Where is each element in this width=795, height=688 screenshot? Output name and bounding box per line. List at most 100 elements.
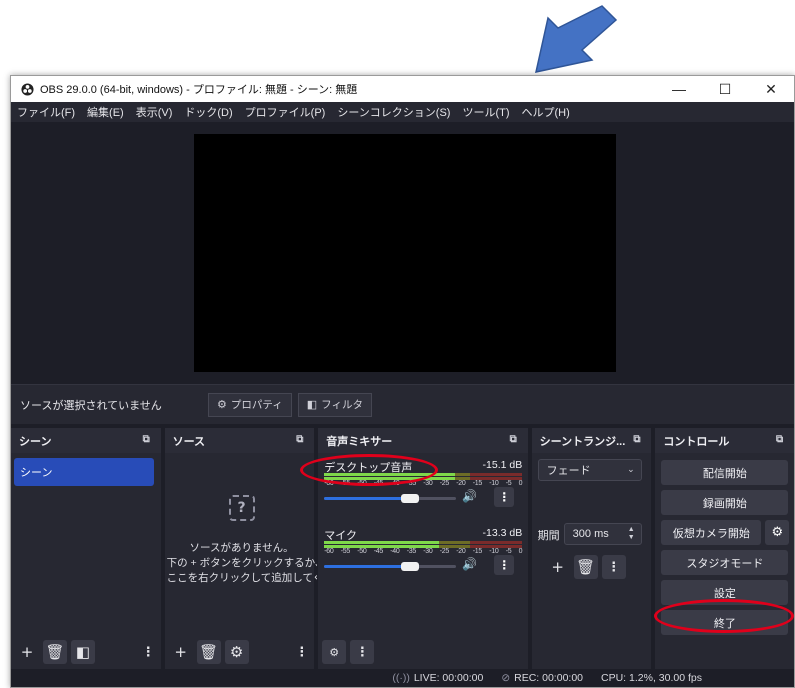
start-recording-button[interactable]: 録画開始 [661,490,789,515]
highlight-desktop-audio [300,454,438,486]
speaker-icon[interactable]: 🔊 [462,557,477,571]
studio-mode-button[interactable]: スタジオモード [661,550,789,575]
volume-slider-thumb[interactable] [401,562,420,571]
tick-label: -60 [324,548,334,555]
scenes-list: シーン + 🗑 ◧ ⋮ [11,453,161,670]
remove-transition-button[interactable]: 🗑 [573,555,598,579]
channel-db: -15.1 dB [482,459,523,471]
tick-label: -30 [423,548,433,555]
tick-label: -50 [357,548,367,555]
start-virtual-camera-button[interactable]: 仮想カメラ開始 [661,520,762,545]
live-time: LIVE: 00:00:00 [413,672,484,684]
menu-view[interactable]: 表示(V) [136,104,173,120]
advanced-audio-button[interactable]: ⚙ [322,640,347,664]
start-streaming-button[interactable]: 配信開始 [661,460,789,485]
filters-label: フィルタ [321,399,363,411]
trash-icon: 🗑 [199,643,219,661]
tick-label: -20 [456,480,466,487]
mixer-menu-button[interactable]: ⋮ [350,640,375,664]
rec-time: REC: 00:00:00 [514,672,584,684]
duration-label: 期間 [537,530,560,542]
filters-button[interactable]: ◧ フィルタ [297,392,372,417]
start-streaming-label: 配信開始 [702,467,747,480]
volume-slider[interactable] [324,562,457,571]
sources-list[interactable]: ? ソースがありません。 下の + ボタンをクリックするか、 ここを右クリックし… [164,453,317,670]
menu-docks[interactable]: ドック(D) [184,104,232,120]
undock-icon[interactable]: ⧉ [633,434,645,446]
window-controls: — ☐ ✕ [656,76,794,102]
channel-menu-button[interactable]: ⋮ [494,555,515,575]
channel-menu-button[interactable]: ⋮ [494,487,515,507]
title-bar: OBS 29.0.0 (64-bit, windows) - プロファイル: 無… [11,76,794,102]
minimize-button[interactable]: — [656,76,702,102]
menu-file[interactable]: ファイル(F) [17,104,75,120]
channel-db: -13.3 dB [482,527,523,539]
preview-canvas[interactable] [194,134,616,372]
menu-scene-collection[interactable]: シーンコレクション(S) [337,104,450,120]
preview-area [11,122,794,384]
tick-label: 0 [518,548,523,555]
plus-icon: + [20,643,34,661]
add-scene-button[interactable]: + [15,640,39,664]
mixer-channel-mic: マイク -13.3 dB -60 -55 -50 -45 -40 -35 -30 -25 -20… [324,527,522,587]
controls-dock: コントロール ⧉ 配信開始 録画開始 仮想カメラ開始 ⚙ スタジオモード 設定 … [655,428,794,670]
more-options-icon: ⋮ [355,644,369,660]
tick-label: 0 [518,480,523,487]
more-options-icon[interactable]: ⋮ [295,645,308,660]
gear-icon: ⚙ [217,399,227,411]
menu-bar: ファイル(F) 編集(E) 表示(V) ドック(D) プロファイル(P) シーン… [11,102,794,122]
add-source-button[interactable]: + [169,640,193,664]
properties-label: プロパティ [230,399,283,411]
menu-help[interactable]: ヘルプ(H) [522,104,570,120]
undock-icon[interactable]: ⧉ [776,434,788,446]
menu-tools[interactable]: ツール(T) [462,104,509,120]
spin-arrows-icon[interactable]: ▲ ▼ [628,526,635,542]
live-signal-icon: ((·)) [392,672,410,684]
transition-buttons: + 🗑 ⋮ [546,555,630,579]
controls-dock-header: コントロール ⧉ [655,428,794,453]
chevron-down-icon: ⌄ [627,464,635,474]
close-button[interactable]: ✕ [748,76,794,102]
empty-sources-text: ソースがありません。 下の + ボタンをクリックするか、 ここを右クリックして追… [167,541,317,586]
virtual-camera-settings-button[interactable]: ⚙ [765,520,790,545]
undock-icon[interactable]: ⧉ [143,434,155,446]
volume-slider-thumb[interactable] [401,494,420,503]
menu-edit[interactable]: 編集(E) [87,104,124,120]
filter-icon: ◧ [306,399,318,411]
transition-menu-button[interactable]: ⋮ [601,555,626,579]
maximize-button[interactable]: ☐ [702,76,748,102]
obs-window: OBS 29.0.0 (64-bit, windows) - プロファイル: 無… [10,75,795,688]
volume-slider[interactable] [324,494,457,503]
tick-label: -30 [423,480,433,487]
source-toolbar: ソースが選択されていません ⚙ プロパティ ◧ フィルタ [11,384,794,424]
more-options-icon[interactable]: ⋮ [142,645,155,660]
window-title: OBS 29.0.0 (64-bit, windows) - プロファイル: 無… [40,84,358,96]
source-properties-button[interactable]: ⚙ [224,640,249,664]
duration-spinbox[interactable]: 300 ms ▲ ▼ [563,523,642,545]
sources-dock-title: ソース [172,435,206,448]
remove-scene-button[interactable]: 🗑 [43,640,67,664]
start-recording-label: 録画開始 [702,497,747,510]
transitions-dock: シーントランジ... ⧉ フェード ⌄ 期間 300 ms ▲ ▼ + 🗑 ⋮ [531,428,652,670]
annotation-arrow [535,5,618,73]
duration-value: 300 ms [572,528,609,540]
transition-type-select[interactable]: フェード ⌄ [537,459,642,481]
undock-icon[interactable]: ⧉ [510,434,522,446]
tick-label: -10 [489,548,499,555]
remove-source-button[interactable]: 🗑 [196,640,221,664]
transitions-dock-header: シーントランジ... ⧉ [531,428,652,453]
transition-type-value: フェード [546,465,591,477]
scene-item[interactable]: シーン [14,458,154,486]
properties-button[interactable]: ⚙ プロパティ [208,392,292,417]
menu-profile[interactable]: プロファイル(P) [245,104,326,120]
undock-icon[interactable]: ⧉ [296,434,308,446]
tick-label: -20 [456,548,466,555]
speaker-icon[interactable]: 🔊 [462,489,477,503]
add-transition-button[interactable]: + [546,555,570,579]
scene-filters-button[interactable]: ◧ [71,640,95,664]
empty-sources-line: ソースがありません。 [189,542,294,554]
meter-ticks: -60 -55 -50 -45 -40 -35 -30 -25 -20 -15 -10 -5 0 [324,548,522,555]
tick-label: -25 [439,480,450,487]
mixer-dock-title: 音声ミキサー [326,435,393,448]
sources-footer: + 🗑 ⚙ ⋮ [165,634,315,670]
